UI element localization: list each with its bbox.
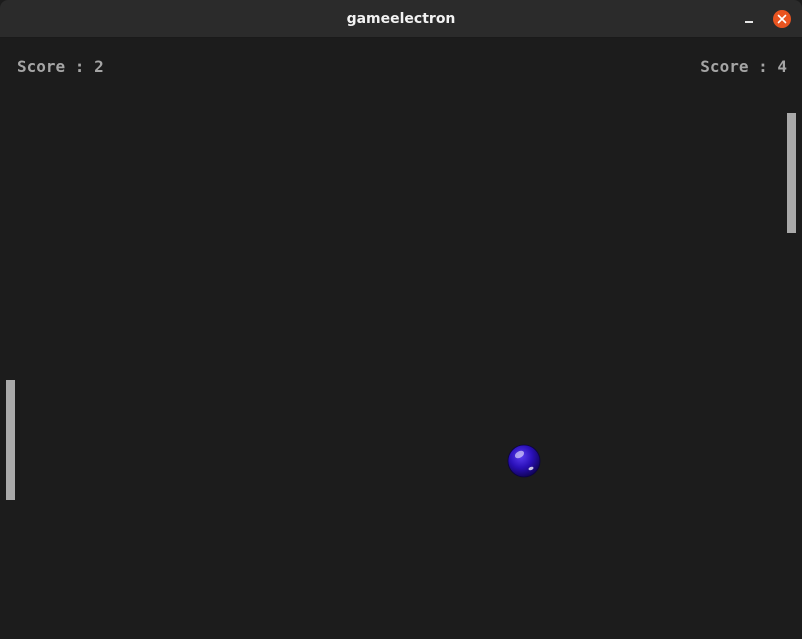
right-score: Score : 4 [700,57,787,76]
game-canvas[interactable]: Score : 2 Score : 4 [1,38,801,639]
ball-graphic [507,444,541,478]
left-paddle [6,380,15,500]
close-button[interactable] [773,10,791,28]
right-paddle [787,113,796,233]
ball [507,444,541,478]
window-title: gameelectron [346,11,456,27]
close-icon [777,14,787,24]
left-score: Score : 2 [17,57,104,76]
title-bar[interactable]: gameelectron [0,0,802,38]
app-window: gameelectron Score : 2 Score : 4 [0,0,802,639]
minimize-button[interactable] [737,8,759,30]
minimize-icon [745,21,753,23]
